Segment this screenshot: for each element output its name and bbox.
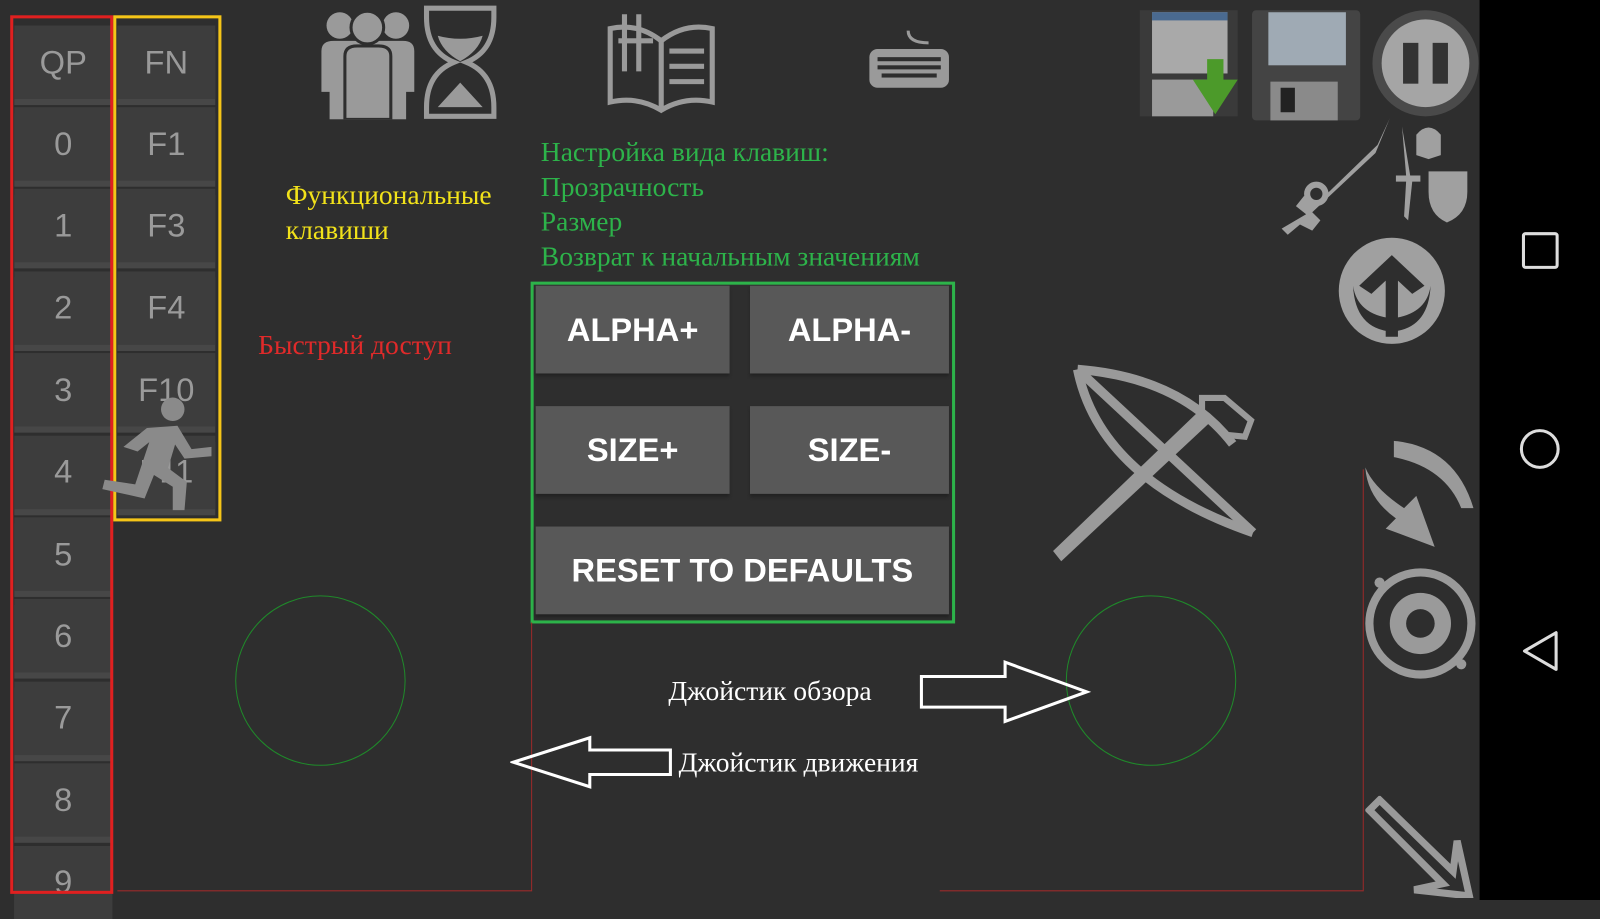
crossbow-attack-icon[interactable] bbox=[1049, 357, 1258, 566]
rotate-icon[interactable] bbox=[1363, 437, 1477, 549]
quickload-icon[interactable] bbox=[1138, 8, 1240, 118]
arrow-left-icon bbox=[510, 735, 672, 789]
party-icon[interactable] bbox=[319, 5, 416, 120]
look-joystick-label: Джойстик обзора bbox=[668, 675, 872, 707]
keyboard-icon[interactable] bbox=[867, 29, 951, 92]
journal-book-icon[interactable] bbox=[602, 10, 720, 120]
game-screen: F11F10F4F3F1FN9876543210QP Функциональны… bbox=[0, 0, 1600, 919]
magic-wheel-icon[interactable] bbox=[1363, 566, 1477, 680]
recents-button[interactable] bbox=[1520, 231, 1561, 272]
hourglass-icon[interactable] bbox=[423, 5, 497, 119]
move-joystick[interactable] bbox=[235, 595, 408, 768]
home-button[interactable] bbox=[1518, 428, 1563, 473]
arrow-right-icon bbox=[919, 660, 1092, 724]
quicksave-icon[interactable] bbox=[1250, 8, 1362, 122]
jump-icon[interactable] bbox=[1335, 235, 1449, 347]
android-navigation-bar bbox=[1479, 0, 1600, 900]
sneak-arrow-icon[interactable] bbox=[1365, 795, 1474, 898]
back-button[interactable] bbox=[1520, 629, 1561, 674]
pause-icon[interactable] bbox=[1370, 8, 1480, 118]
weapon-toggle-icon[interactable] bbox=[1276, 114, 1475, 236]
move-joystick-label: Джойстик движения bbox=[678, 746, 919, 778]
